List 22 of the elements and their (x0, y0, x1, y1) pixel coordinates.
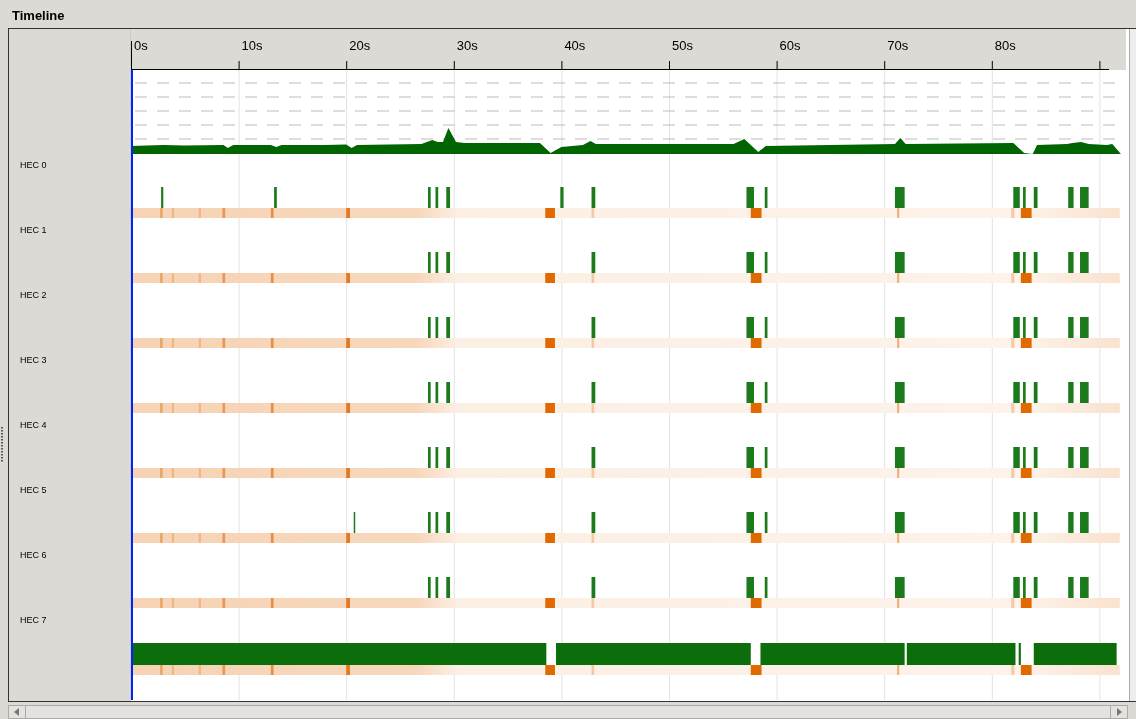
tick-label: 50s (672, 38, 693, 53)
tick-label: 10s (241, 38, 263, 53)
tick-label: 30s (456, 38, 478, 53)
tick-label: 0s (134, 38, 148, 53)
hec-label: HEC 7 (20, 615, 47, 625)
resize-grip-icon[interactable] (1, 427, 4, 463)
tick-label: 70s (887, 38, 909, 53)
tick-label: 20s (349, 38, 371, 53)
horizontal-scrollbar[interactable] (8, 705, 1128, 719)
hec-label: HEC 6 (20, 550, 47, 560)
scroll-left-icon[interactable] (13, 708, 21, 716)
tick-label: 80s (994, 38, 1016, 53)
hec-label: HEC 0 (20, 160, 47, 170)
tick-label: 40s (564, 38, 586, 53)
hec-label: HEC 3 (20, 355, 47, 365)
window-title: Timeline (11, 7, 66, 25)
scroll-right-icon[interactable] (1115, 708, 1123, 716)
tick-label: 60s (779, 38, 801, 53)
hec-label: HEC 2 (20, 290, 47, 300)
hec-label: HEC 4 (20, 420, 47, 430)
hec-label: HEC 1 (20, 225, 47, 235)
hec-label: HEC 5 (20, 485, 47, 495)
